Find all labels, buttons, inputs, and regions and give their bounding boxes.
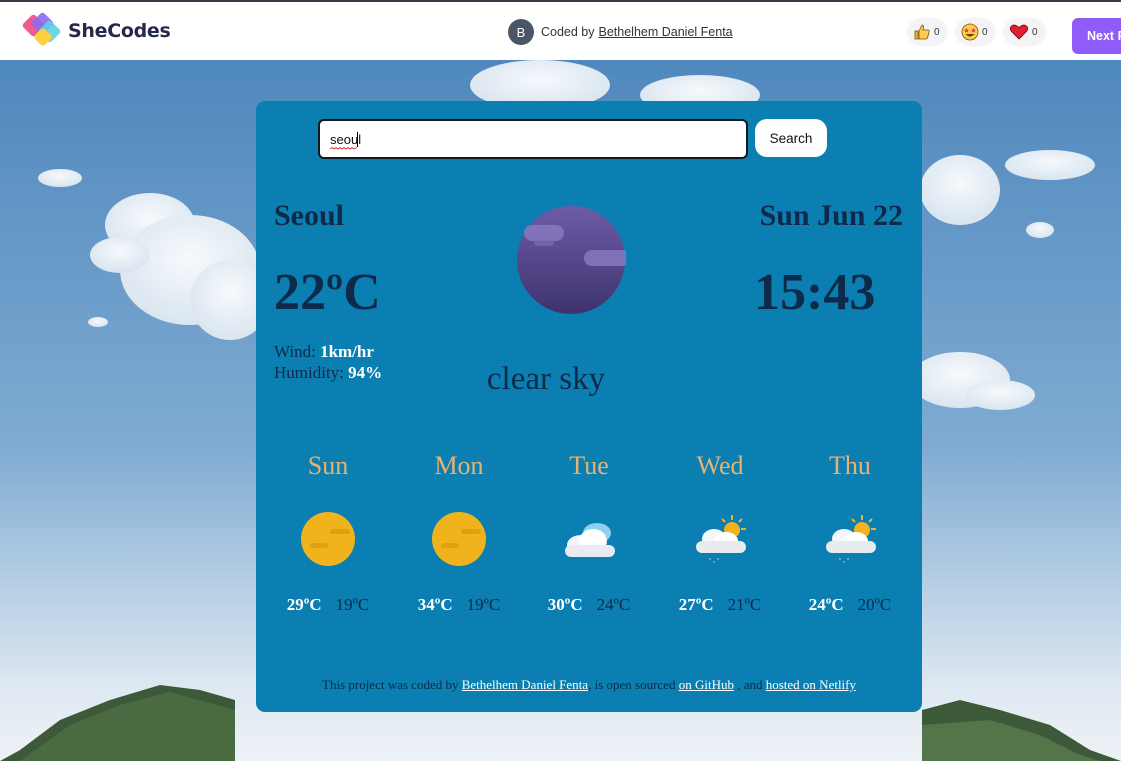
forecast-day: Wed 27ºC 21ºC: [660, 451, 780, 615]
search-button[interactable]: Search: [755, 119, 827, 157]
sun-icon: [301, 512, 355, 566]
heart-icon: [1009, 24, 1029, 40]
sun-icon: [432, 512, 486, 566]
forecast-min: 24ºC: [596, 595, 631, 614]
humidity-label: Humidity:: [274, 363, 344, 382]
thumbs-up-icon: [914, 24, 930, 40]
github-link[interactable]: on GitHub: [679, 677, 734, 692]
forecast-day: Thu 24ºC 20ºC: [790, 451, 910, 615]
forecast-day-name: Thu: [829, 451, 871, 480]
footer-text: This project was coded by: [322, 677, 459, 692]
footer-author-link[interactable]: Bethelhem Daniel Fenta: [462, 677, 588, 692]
forecast-day: Tue 30ºC 24ºC: [529, 451, 649, 615]
avatar[interactable]: B: [508, 19, 534, 45]
brand-name[interactable]: SheCodes: [68, 20, 171, 42]
forecast-day-name: Mon: [434, 451, 484, 480]
city-name: Seoul: [274, 199, 345, 232]
forecast-min: 21ºC: [727, 595, 762, 614]
shecodes-logo-icon[interactable]: [22, 11, 66, 51]
thumbs-up-count: 0: [934, 26, 940, 38]
forecast-max: 27ºC: [678, 595, 714, 614]
humidity-value: 94%: [348, 363, 383, 382]
star-struck-icon: [961, 23, 979, 41]
thumbs-up-reaction-button[interactable]: 0: [907, 18, 948, 46]
forecast-day: Mon 34ºC 19ºC: [399, 451, 519, 615]
heart-reaction-button[interactable]: 0: [1003, 18, 1046, 46]
forecast-day: Sun 29ºC 19ºC: [268, 451, 388, 615]
cloud-icon: [565, 523, 615, 557]
footer-credit: This project was coded by Bethelhem Dani…: [256, 677, 922, 693]
forecast-day-name: Wed: [696, 451, 744, 480]
weather-details: Wind: 1km/hr Humidity: 94%: [274, 341, 382, 383]
current-date: Sun Jun 22: [759, 199, 903, 232]
netlify-link[interactable]: hosted on Netlify: [766, 677, 856, 692]
weather-description: clear sky: [486, 361, 606, 397]
sun-cloud-rain-icon: [826, 515, 876, 563]
author-link[interactable]: Bethelhem Daniel Fenta: [599, 25, 733, 39]
star-struck-reaction-button[interactable]: 0: [955, 18, 996, 46]
spellcheck-underline: [330, 147, 357, 150]
forecast-min: 20ºC: [857, 595, 892, 614]
forecast-max: 29ºC: [286, 595, 322, 614]
footer-text: , and: [737, 677, 763, 692]
weather-card: Search Seoul 22ºC Wind: 1km/hr Humidity:…: [256, 101, 922, 712]
sun-cloud-rain-icon: [696, 515, 746, 563]
forecast-max: 30ºC: [547, 595, 583, 614]
credit-prefix: Coded by: [541, 25, 595, 39]
top-bar: SheCodes B Coded by Bethelhem Daniel Fen…: [0, 0, 1121, 60]
forecast-min: 19ºC: [466, 595, 501, 614]
wind-value: 1km/hr: [320, 342, 374, 361]
current-time: 15:43: [754, 264, 876, 321]
forecast-max: 24ºC: [808, 595, 844, 614]
forecast-min: 19ºC: [335, 595, 370, 614]
city-search-input[interactable]: [318, 119, 748, 159]
forecast-max: 34ºC: [417, 595, 453, 614]
author-credit: B Coded by Bethelhem Daniel Fenta: [508, 19, 733, 45]
footer-text: , is open sourced: [588, 677, 676, 692]
wind-label: Wind:: [274, 342, 316, 361]
forecast-day-name: Tue: [569, 451, 609, 480]
next-project-button[interactable]: Next P: [1072, 18, 1121, 54]
star-struck-count: 0: [982, 26, 988, 38]
forecast-day-name: Sun: [307, 451, 349, 480]
heart-count: 0: [1032, 26, 1038, 38]
text-caret: [357, 132, 358, 147]
current-temperature: 22ºC: [274, 264, 381, 321]
clear-night-moon-icon: [517, 206, 626, 314]
